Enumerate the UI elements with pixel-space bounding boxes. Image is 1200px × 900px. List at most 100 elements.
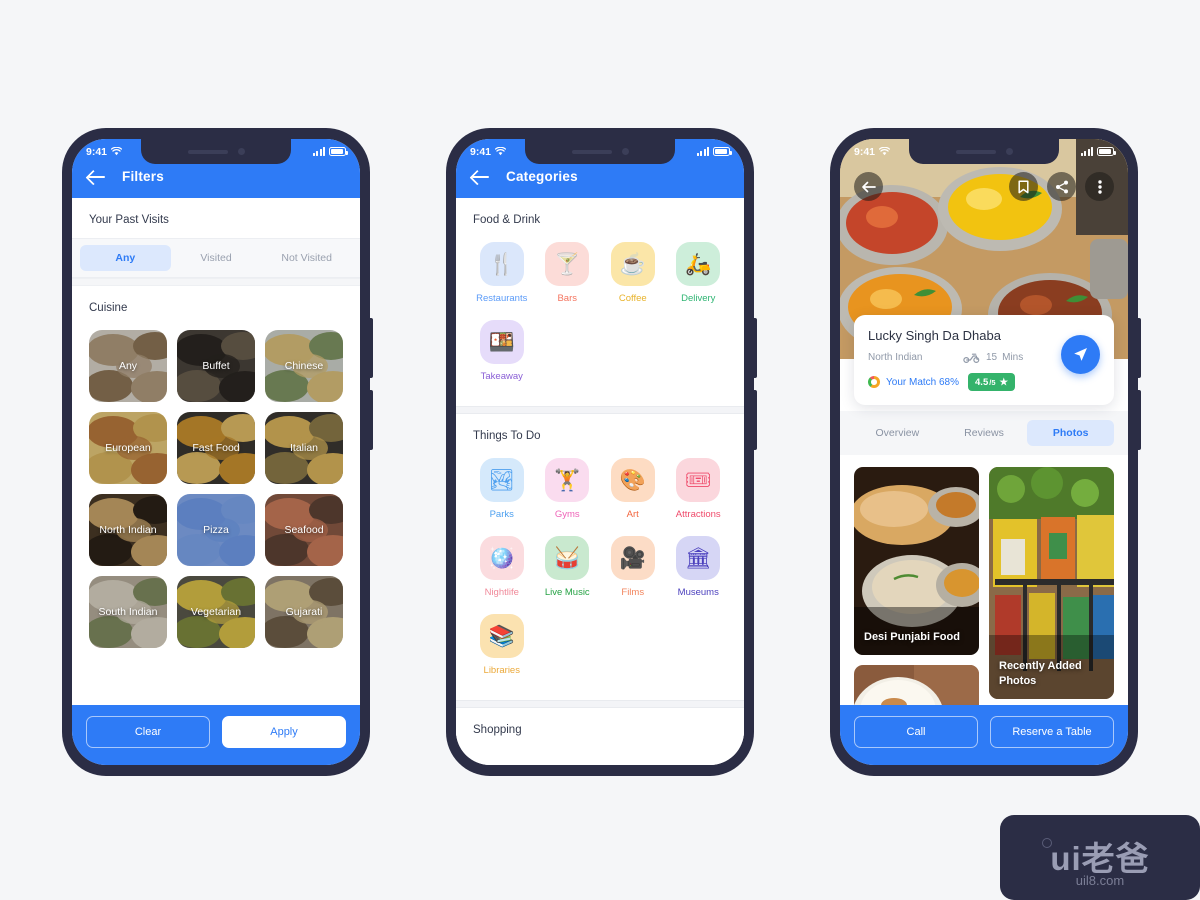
back-icon[interactable] xyxy=(472,170,490,184)
dumbbell-icon: 🏋 xyxy=(545,458,590,502)
photo-card[interactable] xyxy=(854,665,979,705)
park-bench-icon: 🏞 xyxy=(479,458,524,502)
cuisine-tile[interactable]: Seafood xyxy=(265,494,343,566)
phone-filters: 9:41 Filters Your Past Visits Any Visite… xyxy=(62,128,373,776)
speaker-grill-icon xyxy=(187,149,228,154)
cuisine-tile[interactable]: North Indian xyxy=(89,494,167,566)
back-icon[interactable] xyxy=(88,170,106,184)
cuisine-tile[interactable]: European xyxy=(89,412,167,484)
apply-button[interactable]: Apply xyxy=(222,716,346,748)
category-item[interactable]: 🎥 Films xyxy=(601,532,665,606)
cuisine-tile[interactable]: Buffet xyxy=(177,330,255,402)
scooter-icon: 🛵 xyxy=(676,242,721,286)
category-item[interactable]: 🛵 Delivery xyxy=(667,238,731,312)
category-item-label: Attractions xyxy=(675,509,721,520)
bookmark-button[interactable] xyxy=(1009,172,1038,201)
category-section-heading: Things To Do xyxy=(473,430,541,442)
category-item-label: Parks xyxy=(489,509,514,520)
category-grid: 🍴 Restaurants 🍸 Bars ☕ Coffee 🛵 Delivery 🍱 Takeaw… xyxy=(456,238,744,396)
hero-action-bar xyxy=(840,172,1128,201)
reserve-table-button[interactable]: Reserve a Table xyxy=(990,716,1114,748)
canvas: 9:41 Filters Your Past Visits Any Visite… xyxy=(0,0,1200,900)
cuisine-grid: Any Buffet Chinese European Fast Food Italian… xyxy=(72,326,360,662)
photo-label: Recently Added Photos xyxy=(999,660,1082,687)
cuisine-tile-label: Gujarati xyxy=(285,605,323,618)
share-icon xyxy=(1055,180,1068,193)
tab-photos[interactable]: Photos xyxy=(1027,420,1115,446)
cuisine-tile-label: North Indian xyxy=(99,523,157,536)
past-visits-heading: Your Past Visits xyxy=(89,214,169,226)
category-item-label: Nightlife xyxy=(484,587,519,598)
rating-scale: /5 xyxy=(989,377,996,387)
category-item-label: Gyms xyxy=(554,509,580,520)
category-item[interactable]: 🍸 Bars xyxy=(536,238,600,312)
category-item[interactable]: 🏋 Gyms xyxy=(536,454,600,528)
cuisine-tile[interactable]: Gujarati xyxy=(265,576,343,648)
wifi-icon xyxy=(495,147,507,156)
navigation-arrow-icon xyxy=(1074,348,1087,361)
category-item[interactable]: 📚 Libraries xyxy=(470,610,534,684)
museum-icon: 🏛 xyxy=(676,536,721,580)
category-item[interactable]: 🪩 Nightlife xyxy=(470,532,534,606)
match-ring-icon xyxy=(868,376,880,388)
cuisine-tile[interactable]: Vegetarian xyxy=(177,576,255,648)
more-button[interactable] xyxy=(1085,172,1114,201)
place-travel-time: 15 xyxy=(986,352,998,363)
category-grid: 🏞 Parks 🏋 Gyms 🎨 Art 🎟 Attractions 🪩 Nightlife 🥁 Li… xyxy=(456,454,744,690)
speaker-grill-icon xyxy=(571,149,612,154)
call-button[interactable]: Call xyxy=(854,716,978,748)
battery-icon xyxy=(1097,147,1116,156)
disco-ball-icon: 🪩 xyxy=(479,536,524,580)
phone1-content: Your Past Visits Any Visited Not Visited… xyxy=(72,198,360,705)
back-button[interactable] xyxy=(854,172,883,201)
segment-any[interactable]: Any xyxy=(80,245,171,271)
category-item[interactable]: 🎟 Attractions xyxy=(667,454,731,528)
category-item-label: Bars xyxy=(557,293,578,304)
navigate-button[interactable] xyxy=(1061,335,1100,374)
cuisine-tile[interactable]: Any xyxy=(89,330,167,402)
cellular-signal-icon xyxy=(312,147,325,156)
segment-visited[interactable]: Visited xyxy=(171,245,262,271)
place-info-card: Lucky Singh Da Dhaba North Indian 15 Min… xyxy=(854,315,1114,405)
category-item[interactable]: 🥁 Live Music xyxy=(536,532,600,606)
match-label: Your Match 68% xyxy=(886,376,960,388)
cuisine-tile-label: Fast Food xyxy=(192,441,240,454)
front-camera-icon xyxy=(237,148,245,155)
phone-place-detail: 9:41 Lucky Singh Da Dhaba North Indian 1… xyxy=(830,128,1141,776)
category-item-label: Takeaway xyxy=(480,371,523,382)
category-item[interactable]: ☕ Coffee xyxy=(601,238,665,312)
category-item[interactable]: 🍴 Restaurants xyxy=(470,238,534,312)
cuisine-tile[interactable]: Pizza xyxy=(177,494,255,566)
photo-card[interactable]: Desi Punjabi Food xyxy=(854,467,979,655)
cuisine-section: Cuisine Any Buffet Chinese European Fast Foo… xyxy=(72,286,360,662)
category-item[interactable]: 🎨 Art xyxy=(601,454,665,528)
category-item-label: Coffee xyxy=(618,293,647,304)
category-item[interactable]: 🏛 Museums xyxy=(667,532,731,606)
detail-tabs: Overview Reviews Photos xyxy=(840,411,1128,455)
cuisine-tile-label: European xyxy=(105,441,151,454)
tab-reviews[interactable]: Reviews xyxy=(941,420,1028,446)
cellular-signal-icon xyxy=(696,147,709,156)
category-item[interactable]: 🍱 Takeaway xyxy=(470,316,534,390)
cuisine-tile[interactable]: South Indian xyxy=(89,576,167,648)
category-item-label: Live Music xyxy=(544,587,590,598)
page-title: Categories xyxy=(506,169,578,184)
share-button[interactable] xyxy=(1047,172,1076,201)
watermark: ui老爸 uil8.com xyxy=(1000,815,1200,900)
segment-not-visited[interactable]: Not Visited xyxy=(261,245,352,271)
phone2-side-button-down xyxy=(754,390,757,450)
cuisine-tile[interactable]: Chinese xyxy=(265,330,343,402)
palette-icon: 🎨 xyxy=(610,458,655,502)
cuisine-tile-label: Italian xyxy=(289,441,319,454)
cuisine-tile[interactable]: Fast Food xyxy=(177,412,255,484)
photo-image xyxy=(854,665,979,705)
front-camera-icon xyxy=(1005,148,1013,155)
photo-card[interactable]: Recently Added Photos xyxy=(989,467,1114,699)
photo-grid: Desi Punjabi Food Recently Added Photos xyxy=(840,455,1128,705)
cuisine-tile[interactable]: Italian xyxy=(265,412,343,484)
category-item[interactable]: 🏞 Parks xyxy=(470,454,534,528)
rating-badge: 4.5 /5 ★ xyxy=(968,373,1016,391)
clear-button[interactable]: Clear xyxy=(86,716,210,748)
drum-kit-icon: 🥁 xyxy=(545,536,590,580)
tab-overview[interactable]: Overview xyxy=(854,420,941,446)
